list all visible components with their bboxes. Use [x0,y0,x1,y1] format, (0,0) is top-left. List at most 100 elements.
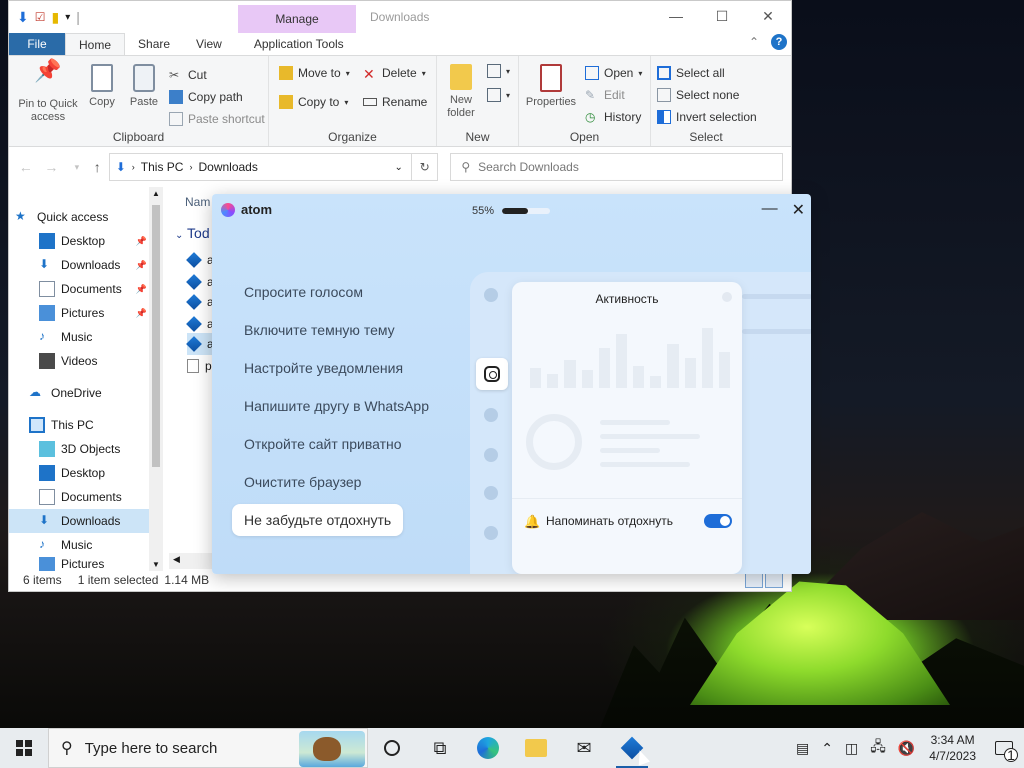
clock[interactable]: 3:34 AM 4/7/2023 [921,732,984,764]
history-button[interactable]: ◷ History [585,110,641,124]
pin-to-quick-access-button[interactable]: 📌 Pin to Quick access [13,60,83,124]
hint-voice[interactable]: Спросите голосом [244,284,363,300]
cortana-button[interactable] [368,728,416,768]
rename-button[interactable]: Rename [363,95,427,109]
nav-item-music[interactable]: ♪ Music [39,325,149,349]
help-icon[interactable]: ? [771,34,787,50]
address-dropdown-chevron-icon[interactable]: ⌄ [395,162,403,173]
nav-item-documents-pc[interactable]: Documents [39,485,149,509]
hint-private-site[interactable]: Откройте сайт приватно [244,436,402,452]
copy-to-button[interactable]: Copy to ▾ [279,95,348,109]
nav-item-quick-access[interactable]: ★ Quick access [15,205,155,229]
hint-notifications[interactable]: Настройте уведомления [244,360,403,376]
move-to-button[interactable]: Move to ▾ [279,66,350,80]
nav-item-documents[interactable]: Documents 📌 [39,277,149,301]
nav-item-onedrive[interactable]: ☁ OneDrive [29,381,149,405]
refresh-button[interactable]: ↻ [410,153,439,181]
nav-label: Downloads [61,514,121,528]
instagram-button[interactable] [476,358,508,390]
nav-label: OneDrive [51,386,102,400]
nav-item-desktop-pc[interactable]: Desktop [39,461,149,485]
taskbar-search-input[interactable]: ⚲ Type here to search [48,728,368,768]
column-header-name[interactable]: Nam [185,195,210,209]
new-folder-icon[interactable]: ▮ [52,9,60,26]
ribbon-collapse-chevron-icon[interactable]: ⌃ [749,35,759,49]
taskbar-file-explorer[interactable] [512,728,560,768]
delete-button[interactable]: ✕ Delete ▾ [363,66,426,82]
download-arrow-icon[interactable]: ⬇ [17,9,29,26]
nav-scrollbar[interactable]: ▲ ▼ [149,187,163,571]
group-header-today[interactable]: ⌄ Tod [175,225,210,241]
address-input[interactable]: ⬇ › This PC › Downloads ⌄ [108,153,412,181]
copy-button[interactable]: Copy [87,64,117,109]
nav-item-downloads[interactable]: ⬇ Downloads 📌 [39,253,149,277]
paste-shortcut-button[interactable]: Paste shortcut [169,112,265,126]
easy-access-icon [487,88,501,102]
nav-item-desktop[interactable]: Desktop 📌 [39,229,149,253]
minimize-icon[interactable]: — [762,200,778,220]
forward-arrow-icon[interactable]: → [43,159,61,175]
nav-item-downloads-pc[interactable]: ⬇ Downloads [9,509,149,533]
new-item-button[interactable]: ▾ [487,64,510,78]
copy-path-button[interactable]: Copy path [169,90,243,104]
scroll-down-icon[interactable]: ▼ [152,560,160,569]
volume-muted-icon[interactable]: 🔇 [892,740,921,757]
properties-check-icon[interactable]: ☑ [35,10,46,24]
nav-item-music-pc[interactable]: ♪ Music [39,533,149,557]
invert-selection-button[interactable]: Invert selection [657,110,757,124]
text-file-icon [187,359,199,373]
scroll-left-icon[interactable]: ◀ [173,554,180,565]
placeholder-line [600,448,660,453]
select-none-button[interactable]: Select none [657,88,739,102]
rest-reminder-toggle[interactable] [704,514,732,528]
maximize-icon[interactable]: ☐ [699,1,745,31]
nav-item-3d-objects[interactable]: 3D Objects [39,437,149,461]
close-icon[interactable]: ✕ [792,200,805,220]
action-center-button[interactable]: 1 [984,728,1024,768]
hint-rest-reminder[interactable]: Не забудьте отдохнуть [232,504,404,536]
properties-button[interactable]: Properties [523,64,579,109]
breadcrumb-this-pc[interactable]: This PC [141,160,184,174]
network-icon[interactable]: 🖧 [864,736,892,760]
taskbar-edge[interactable] [464,728,512,768]
select-all-button[interactable]: Select all [657,66,725,80]
minimize-icon[interactable]: — [653,1,699,31]
nav-item-pictures[interactable]: Pictures 📌 [39,301,149,325]
cut-button[interactable]: ✂ Cut [169,68,207,82]
new-folder-button[interactable]: New folder [443,64,479,120]
paste-button[interactable]: Paste [127,64,161,109]
tab-share[interactable]: Share [125,33,183,55]
details-view-icon[interactable] [745,572,763,588]
tab-view[interactable]: View [183,33,235,55]
tab-application-tools[interactable]: Application Tools [241,33,357,55]
scroll-thumb[interactable] [152,205,160,467]
activity-bar [615,334,628,388]
customize-toolbar-chevron-icon[interactable]: ▾ [65,12,70,23]
taskbar-atom[interactable] [608,728,656,768]
up-arrow-icon[interactable]: ↑ [94,159,101,175]
meet-now-icon[interactable]: ◫ [839,740,864,757]
show-hidden-icons-chevron-icon[interactable]: ⌃ [815,740,839,757]
edit-button[interactable]: ✎ Edit [585,88,625,102]
tab-file[interactable]: File [9,33,65,55]
breadcrumb-downloads[interactable]: Downloads [198,160,257,174]
recent-chevron-icon[interactable]: ▾ [68,162,86,173]
close-icon[interactable]: ✕ [745,1,791,31]
task-view-button[interactable]: ⧉ [416,728,464,768]
hint-clear-browser[interactable]: Очистите браузер [244,474,361,490]
manage-tab[interactable]: Manage [238,5,356,33]
start-button[interactable] [0,728,48,768]
hint-dark-theme[interactable]: Включите темную тему [244,322,395,338]
nav-item-this-pc[interactable]: This PC [29,413,149,437]
tab-home[interactable]: Home [65,33,126,55]
back-arrow-icon[interactable]: ← [17,159,35,175]
easy-access-button[interactable]: ▾ [487,88,510,102]
search-input[interactable]: ⚲ Search Downloads [450,153,783,181]
scroll-up-icon[interactable]: ▲ [152,189,160,198]
news-widget-icon[interactable]: ▤ [790,740,815,757]
hint-whatsapp[interactable]: Напишите другу в WhatsApp [244,398,429,414]
taskbar-mail[interactable]: ✉ [560,728,608,768]
open-button[interactable]: Open ▾ [585,66,642,80]
large-icons-view-icon[interactable] [765,572,783,588]
nav-item-videos[interactable]: Videos [39,349,149,373]
